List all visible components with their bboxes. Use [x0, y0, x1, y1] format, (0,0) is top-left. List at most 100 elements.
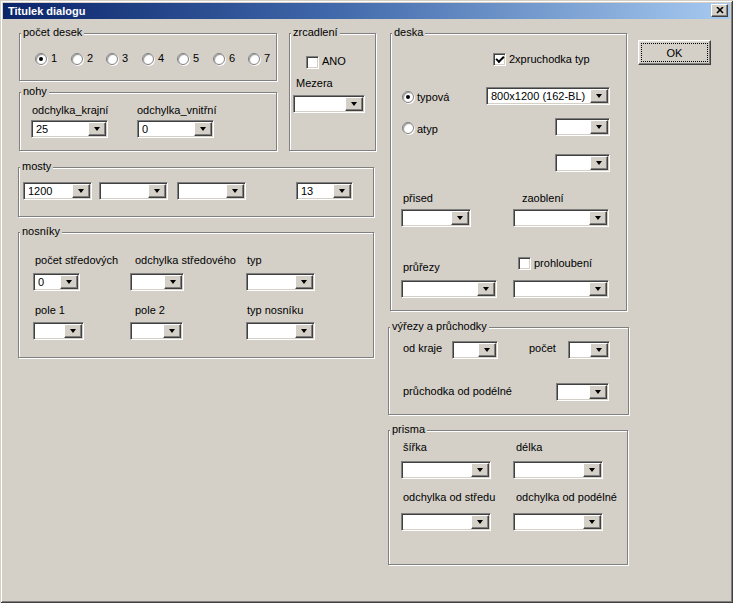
combo-pocet-stredovych-value: 0	[38, 276, 44, 289]
dropdown-button[interactable]	[590, 120, 608, 134]
dropdown-button[interactable]	[295, 324, 313, 338]
dropdown-button[interactable]	[583, 515, 601, 529]
delka-label: délka	[516, 441, 542, 454]
group-pocet-desek-title: počet desek	[21, 26, 84, 38]
radio-desek-7[interactable]	[248, 53, 260, 65]
chevron-down-icon	[339, 189, 345, 193]
group-nosniky-title: nosníky	[20, 225, 62, 237]
chevron-down-icon	[232, 189, 238, 193]
combo-atyp-1[interactable]	[555, 118, 610, 136]
radio-desek-2[interactable]	[71, 53, 83, 65]
combo-pruchodka-od-podelne[interactable]	[556, 383, 609, 401]
checkbox-prohloubeni-label: prohloubení	[534, 257, 592, 270]
chevron-down-icon	[154, 189, 160, 193]
combo-sirka[interactable]	[401, 461, 491, 479]
combo-prohloubeni[interactable]	[513, 280, 609, 298]
dropdown-button[interactable]	[589, 211, 607, 225]
odchylka-od-stredu-label: odchylka od středu	[403, 491, 495, 504]
mezera-label: Mezera	[296, 77, 333, 90]
dropdown-button[interactable]	[590, 89, 608, 103]
radio-typova[interactable]	[402, 91, 414, 103]
combo-mosty-4[interactable]: 13	[296, 182, 353, 200]
combo-mezera[interactable]	[293, 95, 365, 113]
chevron-down-icon	[70, 329, 76, 333]
close-button[interactable]	[711, 4, 728, 17]
chevron-down-icon	[457, 216, 463, 220]
chevron-down-icon	[596, 125, 602, 129]
odchylka-krajni-label: odchylka_krajní	[32, 104, 108, 117]
group-zrcadleni-title: zrcadlení	[291, 26, 340, 38]
combo-atyp-2[interactable]	[555, 154, 610, 172]
dropdown-button[interactable]	[163, 324, 181, 338]
combo-zaobleni[interactable]	[513, 209, 609, 227]
dialog-window: Titulek dialogu OK počet desek 1 2 3 4 5…	[0, 0, 733, 603]
dropdown-button[interactable]	[583, 463, 601, 477]
dropdown-button[interactable]	[589, 385, 607, 399]
radio-desek-6[interactable]	[213, 53, 225, 65]
typ-label: typ	[247, 254, 262, 267]
dropdown-button[interactable]	[148, 184, 166, 198]
radio-desek-6-label: 6	[229, 52, 235, 65]
dropdown-button[interactable]	[64, 324, 82, 338]
dropdown-button[interactable]	[295, 275, 313, 289]
combo-typ-nosniku[interactable]	[246, 322, 315, 340]
chevron-down-icon	[78, 189, 84, 193]
dropdown-button[interactable]	[60, 275, 78, 289]
combo-odchylka-od-stredu[interactable]	[401, 513, 491, 531]
dropdown-button[interactable]	[88, 122, 106, 136]
dropdown-button[interactable]	[345, 97, 363, 111]
dropdown-button[interactable]	[589, 282, 607, 296]
radio-desek-1[interactable]	[35, 53, 47, 65]
dropdown-button[interactable]	[194, 122, 212, 136]
combo-odchylka-stredoveho[interactable]	[130, 273, 184, 291]
dropdown-button[interactable]	[164, 275, 182, 289]
combo-odchylka-vnitrni[interactable]: 0	[137, 120, 214, 138]
group-deska-title: deska	[392, 26, 425, 38]
combo-odchylka-od-podelne[interactable]	[513, 513, 603, 531]
combo-typ[interactable]	[246, 273, 315, 291]
combo-mosty-1[interactable]: 1200	[23, 182, 92, 200]
combo-pole2[interactable]	[130, 322, 183, 340]
combo-od-kraje[interactable]	[452, 341, 498, 359]
combo-prurezy[interactable]	[401, 280, 497, 298]
checkbox-prohloubeni[interactable]	[518, 257, 531, 270]
dropdown-button[interactable]	[451, 211, 469, 225]
prurezy-label: průřezy	[403, 261, 440, 274]
ok-button[interactable]: OK	[638, 40, 711, 65]
dropdown-button[interactable]	[590, 156, 608, 170]
combo-pocet-stredovych[interactable]: 0	[33, 273, 80, 291]
checkbox-2xpruchodka[interactable]	[493, 53, 506, 66]
dropdown-button[interactable]	[471, 463, 489, 477]
radio-desek-5-label: 5	[193, 52, 199, 65]
radio-desek-1-label: 1	[51, 52, 57, 65]
dropdown-button[interactable]	[226, 184, 244, 198]
chevron-down-icon	[200, 127, 206, 131]
typ-nosniku-label: typ nosníku	[247, 304, 303, 317]
checkbox-ano[interactable]	[306, 56, 319, 69]
combo-mosty-2[interactable]	[99, 182, 168, 200]
combo-prised[interactable]	[401, 209, 471, 227]
title-bar[interactable]: Titulek dialogu	[3, 3, 730, 19]
dropdown-button[interactable]	[333, 184, 351, 198]
window-title: Titulek dialogu	[8, 5, 85, 17]
radio-atyp[interactable]	[402, 122, 414, 134]
radio-desek-5[interactable]	[177, 53, 189, 65]
dropdown-button[interactable]	[471, 515, 489, 529]
group-mosty-title: mosty	[20, 160, 53, 172]
combo-pocet[interactable]	[568, 341, 610, 359]
combo-typova[interactable]: 800x1200 (162-BL)	[486, 87, 610, 105]
combo-mosty-1-value: 1200	[28, 185, 52, 198]
group-vyrezy-title: výřezy a průchodky	[390, 320, 489, 332]
radio-desek-4[interactable]	[142, 53, 154, 65]
checkbox-ano-label: ANO	[322, 55, 346, 68]
dropdown-button[interactable]	[477, 282, 495, 296]
dropdown-button[interactable]	[590, 343, 608, 357]
sirka-label: šířka	[403, 441, 427, 454]
combo-pole1[interactable]	[33, 322, 84, 340]
dropdown-button[interactable]	[72, 184, 90, 198]
combo-delka[interactable]	[513, 461, 603, 479]
radio-desek-3[interactable]	[106, 53, 118, 65]
dropdown-button[interactable]	[478, 343, 496, 357]
combo-mosty-3[interactable]	[177, 182, 246, 200]
combo-odchylka-krajni[interactable]: 25	[31, 120, 108, 138]
